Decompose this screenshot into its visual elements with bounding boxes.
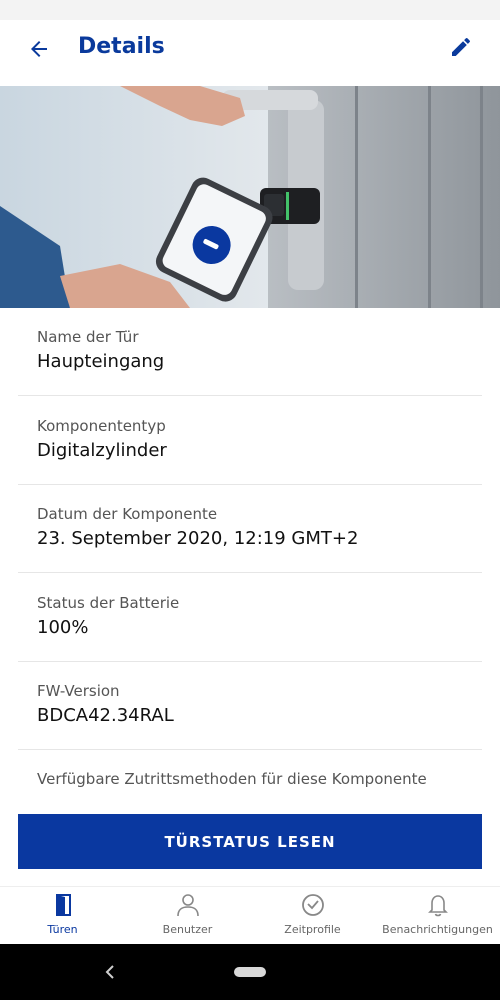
field-value: BDCA42.34RAL (37, 705, 174, 726)
nav-item-notifications[interactable]: Benachrichtigungen (375, 887, 500, 944)
clock-icon (301, 894, 324, 916)
pencil-icon (452, 37, 470, 56)
read-door-status-button[interactable]: TÜRSTATUS LESEN (18, 814, 482, 869)
field-fw-version: FW-Version BDCA42.34RAL (18, 662, 482, 750)
nav-item-time-profiles[interactable]: Zeitprofile (250, 887, 375, 944)
system-home-pill[interactable] (234, 967, 266, 977)
nav-item-doors[interactable]: Türen (0, 887, 125, 944)
field-value: Digitalzylinder (37, 440, 167, 461)
door-lock-photo (0, 86, 500, 308)
status-bar (0, 0, 500, 20)
field-label: Status der Batterie (37, 594, 180, 612)
nav-item-users[interactable]: Benutzer (125, 887, 250, 944)
page-title: Details (78, 34, 165, 59)
door-icon (55, 894, 71, 916)
field-door-name: Name der Tür Haupteingang (18, 308, 482, 396)
user-icon (176, 894, 199, 917)
field-component-date: Datum der Komponente 23. September 2020,… (18, 485, 482, 573)
app-bar: Details (0, 20, 500, 86)
field-component-type: Komponententyp Digitalzylinder (18, 397, 482, 485)
field-value: 100% (37, 617, 89, 638)
chevron-left-icon (105, 965, 114, 979)
access-methods-label: Verfügbare Zutrittsmethoden für diese Ko… (37, 770, 427, 788)
bottom-navigation: Türen Benutzer Zeitprofile Benachrichtig… (0, 886, 500, 944)
field-label: Datum der Komponente (37, 505, 218, 523)
system-navigation-bar (0, 944, 500, 1000)
hero-image (0, 86, 500, 308)
arrow-left-icon (31, 41, 47, 57)
field-battery-status: Status der Batterie 100% (18, 574, 482, 662)
back-button[interactable] (22, 32, 56, 66)
field-value: Haupteingang (37, 351, 165, 372)
nav-label: Benachrichtigungen (382, 923, 493, 936)
system-back-button[interactable] (100, 960, 120, 984)
nav-label: Benutzer (162, 923, 213, 936)
bell-icon (427, 895, 448, 917)
edit-button[interactable] (444, 30, 478, 64)
field-value: 23. September 2020, 12:19 GMT+2 (37, 528, 359, 549)
field-label: Komponententyp (37, 417, 166, 435)
field-label: FW-Version (37, 682, 120, 700)
nav-label: Zeitprofile (284, 923, 341, 936)
nav-label: Türen (47, 923, 78, 936)
field-label: Name der Tür (37, 328, 139, 346)
